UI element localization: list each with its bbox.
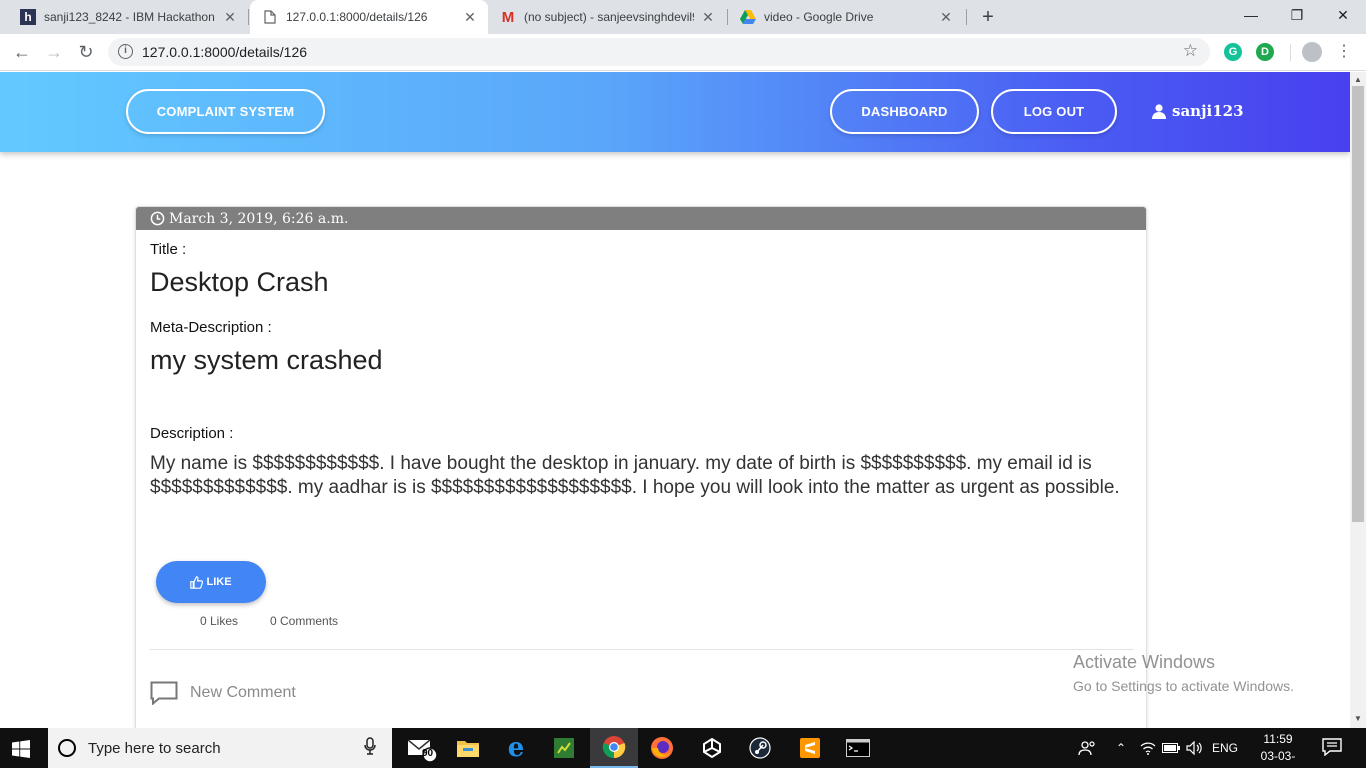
taskbar-mail-icon[interactable]: 90: [398, 728, 446, 768]
back-arrow-icon[interactable]: ←: [10, 40, 34, 64]
bookmark-star-icon[interactable]: ☆: [1183, 41, 1198, 61]
page-icon: [262, 9, 278, 25]
taskbar-unity-icon[interactable]: [688, 728, 736, 768]
username: sanji123: [1172, 102, 1244, 120]
tab-close-icon[interactable]: ✕: [938, 9, 954, 26]
dashboard-button[interactable]: DASHBOARD: [830, 89, 979, 134]
new-tab-plus-icon[interactable]: +: [976, 4, 1000, 30]
complaint-date: March 3, 2019, 6:26 a.m.: [169, 210, 349, 227]
complaint-description: My name is $$$$$$$$$$$$. I have bought t…: [150, 453, 1120, 498]
grammarly-icon[interactable]: G: [1224, 43, 1242, 61]
microphone-icon[interactable]: [364, 736, 378, 760]
comment-bubble-icon: [150, 681, 178, 705]
gmail-icon: M: [501, 8, 515, 26]
volume-icon[interactable]: [1186, 728, 1204, 768]
scroll-up-arrow-icon[interactable]: ▲: [1354, 75, 1362, 84]
google-drive-icon: [740, 9, 756, 25]
restore-icon[interactable]: ❐: [1274, 0, 1320, 32]
tab-title: (no subject) - sanjeevsinghdevil9: [524, 10, 694, 24]
taskbar-sublime-text-icon[interactable]: [786, 728, 834, 768]
forward-arrow-icon[interactable]: →: [42, 40, 66, 64]
watermark-title: Activate Windows: [1073, 652, 1216, 672]
likes-count: 0 Likes: [200, 614, 239, 628]
close-window-icon[interactable]: ✕: [1320, 0, 1366, 32]
taskbar-date: 03-03-2019: [1260, 749, 1296, 780]
complaint-card: March 3, 2019, 6:26 a.m. Title : Desktop…: [135, 206, 1147, 728]
tray-chevron-up-icon[interactable]: ⌃: [1116, 728, 1126, 768]
title-label: Title :: [150, 241, 187, 258]
scroll-down-arrow-icon[interactable]: ▼: [1354, 714, 1362, 723]
windows-taskbar: Type here to search 90 e ⌃ ENG 11:59 03-…: [0, 728, 1366, 780]
cortana-circle-icon: [58, 739, 76, 757]
clock-icon: [150, 211, 165, 226]
taskbar-chrome-icon[interactable]: [590, 728, 638, 768]
tab-divider: [248, 9, 249, 25]
profile-avatar-icon[interactable]: [1302, 42, 1322, 62]
reload-icon[interactable]: ↻: [74, 40, 98, 64]
activate-windows-watermark: Activate Windows Go to Settings to activ…: [1073, 652, 1294, 694]
complaint-date-bar: March 3, 2019, 6:26 a.m.: [136, 207, 1146, 230]
new-comment-toggle[interactable]: New Comment: [150, 681, 296, 705]
complaint-system-brand-button[interactable]: COMPLAINT SYSTEM: [126, 89, 325, 134]
tab-title: sanji123_8242 - IBM Hackathon 2: [44, 10, 216, 24]
address-url[interactable]: 127.0.0.1:8000/details/126: [142, 44, 307, 60]
meta-description-label: Meta-Description :: [150, 319, 272, 336]
page-scrollbar[interactable]: ▲ ▼: [1350, 72, 1366, 728]
tab-title: video - Google Drive: [764, 10, 874, 24]
taskbar-edge-icon[interactable]: e: [492, 728, 540, 768]
browser-tab-strip: h sanji123_8242 - IBM Hackathon 2 ✕ 127.…: [0, 0, 1366, 34]
new-comment-label: New Comment: [190, 684, 296, 701]
taskbar-clock[interactable]: 11:59 03-03-2019: [1250, 731, 1306, 782]
user-menu[interactable]: sanji123: [1152, 102, 1244, 120]
page-viewport: COMPLAINT SYSTEM DASHBOARD LOG OUT sanji…: [0, 72, 1350, 728]
hackerearth-h-icon: h: [20, 9, 36, 25]
browser-toolbar: ← → ↻ i 127.0.0.1:8000/details/126 ☆ G D…: [0, 34, 1366, 71]
action-center-icon[interactable]: [1322, 738, 1342, 756]
logout-button[interactable]: LOG OUT: [991, 89, 1117, 134]
battery-icon[interactable]: [1162, 728, 1180, 768]
comments-count[interactable]: 0 Comments: [270, 614, 338, 628]
tab-gmail[interactable]: M (no subject) - sanjeevsinghdevil9 ✕: [488, 0, 726, 34]
like-button[interactable]: LIKE: [156, 561, 266, 603]
description-label: Description :: [150, 425, 234, 442]
taskbar-firefox-icon[interactable]: [638, 728, 686, 768]
language-indicator[interactable]: ENG: [1212, 728, 1238, 768]
taskbar-search-placeholder: Type here to search: [88, 739, 221, 757]
thumbs-up-icon: [190, 575, 204, 589]
tab-divider: [966, 9, 967, 25]
g-extension-icon[interactable]: D: [1256, 43, 1274, 61]
windows-start-icon[interactable]: [12, 740, 30, 758]
tab-close-icon[interactable]: ✕: [462, 9, 478, 26]
mail-badge-count: 90: [422, 748, 434, 759]
wifi-icon[interactable]: [1140, 728, 1156, 768]
tab-details[interactable]: 127.0.0.1:8000/details/126 ✕: [250, 0, 488, 34]
site-navbar: COMPLAINT SYSTEM DASHBOARD LOG OUT sanji…: [0, 72, 1350, 152]
minimize-icon[interactable]: —: [1228, 0, 1274, 32]
taskbar-spreadsheet-app-icon[interactable]: [540, 728, 588, 768]
toolbar-divider: [1290, 44, 1291, 61]
card-divider: [150, 649, 1134, 650]
tab-close-icon[interactable]: ✕: [222, 9, 238, 26]
meta-description: my system crashed: [150, 345, 383, 375]
browser-menu-icon[interactable]: ⋮: [1336, 41, 1352, 63]
taskbar-steam-icon[interactable]: [736, 728, 784, 768]
taskbar-command-prompt-icon[interactable]: [834, 728, 882, 768]
people-icon[interactable]: [1078, 728, 1096, 768]
tab-close-icon[interactable]: ✕: [700, 9, 716, 26]
tab-title: 127.0.0.1:8000/details/126: [286, 10, 428, 24]
taskbar-time: 11:59: [1263, 732, 1293, 746]
taskbar-file-explorer-icon[interactable]: [444, 728, 492, 768]
complaint-title: Desktop Crash: [150, 267, 329, 297]
tab-hackathon[interactable]: h sanji123_8242 - IBM Hackathon 2 ✕: [8, 0, 248, 34]
scrollbar-thumb[interactable]: [1352, 86, 1364, 522]
watermark-subtitle: Go to Settings to activate Windows.: [1073, 678, 1294, 694]
site-info-icon[interactable]: i: [118, 44, 133, 59]
taskbar-search-box[interactable]: Type here to search: [48, 728, 392, 768]
tab-google-drive[interactable]: video - Google Drive ✕: [728, 0, 964, 34]
like-label: LIKE: [206, 576, 232, 588]
user-icon: [1152, 103, 1166, 119]
address-bar[interactable]: i 127.0.0.1:8000/details/126 ☆: [108, 38, 1210, 66]
